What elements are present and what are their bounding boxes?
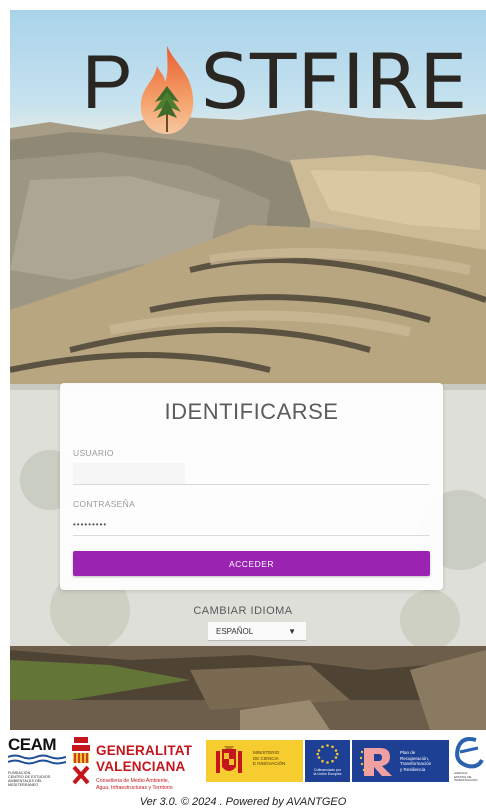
- language-selected: ESPAÑOL: [216, 626, 254, 636]
- language-title: CAMBIAR IDIOMA: [193, 605, 293, 617]
- ceam-subtitle: FUNDACIÓN CENTRO DE ESTUDIOS AMBIENTALES…: [8, 771, 66, 788]
- language-select[interactable]: ESPAÑOL ▼: [208, 622, 306, 641]
- aei-text: AGENCIA ESTATAL DE INVESTIGACIÓN: [454, 771, 484, 783]
- login-card: IDENTIFICARSE USUARIO CONTRASEÑA •••••••…: [60, 383, 443, 590]
- ministerio-line: E INNOVACIÓN: [253, 761, 286, 767]
- generalitat-name-1: GENERALITAT: [96, 743, 193, 758]
- ministerio-text: MINISTERIO DE CIENCIA E INNOVACIÓN: [253, 750, 285, 767]
- generalitat-sub-1: Conselleria de Medio Ambiente,: [96, 778, 170, 784]
- user-label: USUARIO: [73, 448, 114, 458]
- acceder-button[interactable]: ACCEDER: [73, 551, 430, 576]
- caret-down-icon: ▼: [288, 626, 296, 636]
- ministerio-logo: MINISTERIO DE CIENCIA E INNOVACIÓN: [206, 740, 303, 782]
- user-input[interactable]: [73, 463, 430, 485]
- password-input[interactable]: •••••••••: [73, 514, 430, 536]
- eu-stars-icon: [316, 744, 339, 764]
- plan-r-icon: [359, 748, 392, 776]
- aei-e-icon: [455, 737, 484, 769]
- generalitat-emblem-icon: [72, 737, 90, 785]
- version-footer: Ver 3.0. © 2024 . Powered by AVANTGEO: [139, 796, 347, 808]
- password-label: CONTRASEÑA: [73, 499, 136, 509]
- generalitat-logo: GENERALITAT VALENCIANA Conselleria de Me…: [70, 735, 205, 793]
- waves-icon: [7, 754, 67, 765]
- ceam-name: CEAM: [8, 735, 57, 754]
- eu-line: la Unión Europea: [313, 772, 342, 777]
- generalitat-sub-2: Agua, Infraestructuras y Territorio: [96, 785, 173, 791]
- aei-logo: AGENCIA ESTATAL DE INVESTIGACIÓN: [452, 734, 486, 792]
- aei-line: INVESTIGACIÓN: [454, 778, 478, 783]
- eu-text: Cofinanciado por la Unión Europea: [307, 768, 348, 777]
- plan-recuperacion-logo: Plan de Recuperación, Transformación y R…: [352, 740, 449, 782]
- generalitat-name-2: VALENCIANA: [96, 759, 186, 774]
- logo-letter-p: P: [82, 39, 133, 125]
- logo-text: STFIRE: [200, 37, 469, 126]
- login-title: IDENTIFICARSE: [164, 399, 339, 424]
- ceam-sub-line: MEDITERRÁNEO: [8, 783, 39, 788]
- spain-coat-of-arms-icon: [216, 746, 242, 773]
- plan-line: y Resiliencia: [400, 766, 426, 772]
- postfire-logo: P STFIRE: [82, 34, 467, 134]
- flame-pine-icon: [131, 42, 203, 138]
- ceam-logo: CEAM FUNDACIÓN CENTRO DE ESTUDIOS AMBIEN…: [7, 735, 67, 788]
- plan-text: Plan de Recuperación, Transformación y R…: [400, 750, 431, 773]
- eu-logo: Cofinanciado por la Unión Europea: [305, 740, 350, 782]
